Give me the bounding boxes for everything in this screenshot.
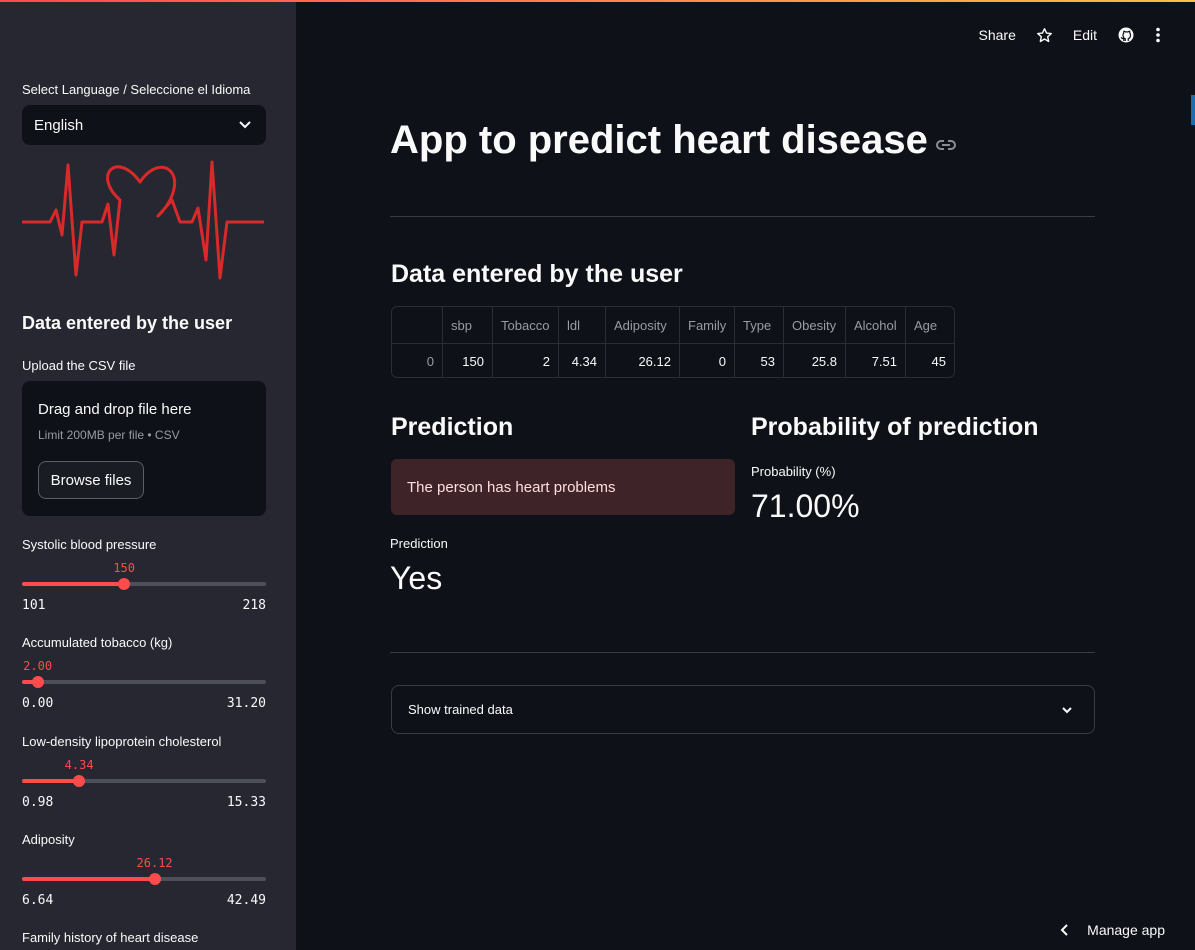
slider-label: Systolic blood pressure (22, 537, 157, 552)
table-cell: 53 (734, 344, 783, 377)
star-icon[interactable] (1036, 27, 1053, 44)
file-dropzone[interactable]: Drag and drop file here Limit 200MB per … (22, 381, 266, 516)
slider-max: 218 (242, 598, 266, 613)
table-header-cell: Obesity (783, 307, 845, 343)
slider-thumb[interactable] (31, 676, 44, 688)
table-cell: 2 (492, 344, 558, 377)
upload-label: Upload the CSV file (22, 358, 136, 373)
slider-value: 2.00 (23, 659, 53, 673)
sidebar: Select Language / Seleccione el Idioma E… (0, 0, 296, 950)
slider-value: 4.34 (64, 758, 94, 772)
kebab-menu-icon[interactable] (1155, 27, 1161, 43)
chevron-left-icon (1060, 924, 1068, 936)
ldl-slider[interactable]: Low-density lipoprotein cholesterol 4.34… (22, 734, 266, 810)
edge-indicator (1191, 95, 1195, 125)
table-cell: 150 (442, 344, 492, 377)
github-icon[interactable] (1117, 26, 1135, 44)
manage-app-label: Manage app (1087, 922, 1165, 938)
slider-value: 26.12 (136, 856, 173, 870)
share-button[interactable]: Share (979, 27, 1016, 43)
divider (390, 216, 1095, 217)
slider-value: 150 (113, 561, 136, 575)
adiposity-slider[interactable]: Adiposity 26.12 6.64 42.49 (22, 832, 266, 908)
slider-thumb[interactable] (73, 775, 86, 787)
table-cell: 26.12 (605, 344, 679, 377)
data-section-title: Data entered by the user (391, 260, 683, 288)
table-header-cell: Type (734, 307, 783, 343)
table-header-cell: Age (905, 307, 954, 343)
slider-min: 6.64 (22, 893, 54, 908)
table-header-cell: Alcohol (845, 307, 905, 343)
slider-max: 15.33 (226, 795, 266, 810)
table-header-row: sbp Tobacco ldl Adiposity Family Type Ob… (392, 307, 954, 343)
table-cell: 45 (905, 344, 954, 377)
slider-max: 31.20 (226, 696, 266, 711)
top-accent-bar (0, 0, 1195, 2)
prediction-alert: The person has heart problems (391, 459, 735, 515)
slider-fill (22, 877, 155, 881)
table-cell: 7.51 (845, 344, 905, 377)
table-index-cell: 0 (426, 354, 434, 369)
chevron-down-icon (1062, 707, 1072, 714)
slider-label: Accumulated tobacco (kg) (22, 635, 173, 650)
probability-title: Probability of prediction (751, 413, 1039, 441)
heartbeat-heart-image (22, 160, 264, 280)
table-cell: 4.34 (558, 344, 605, 377)
slider-label: Low-density lipoprotein cholesterol (22, 734, 222, 749)
slider-label: Adiposity (22, 832, 75, 847)
slider-min: 0.00 (22, 696, 54, 711)
table-cell: 0 (679, 344, 734, 377)
dropzone-limit: Limit 200MB per file • CSV (38, 428, 180, 442)
table-header-cell: sbp (442, 307, 492, 343)
slider-min: 0.98 (22, 795, 54, 810)
prediction-metric-value: Yes (390, 560, 443, 596)
table-header-cell (392, 307, 442, 343)
prediction-title: Prediction (391, 413, 514, 441)
table-cell: 25.8 (783, 344, 845, 377)
browse-files-button[interactable]: Browse files (38, 461, 144, 499)
slider-thumb[interactable] (118, 578, 131, 590)
dropzone-title: Drag and drop file here (38, 401, 192, 418)
sbp-slider[interactable]: Systolic blood pressure 150 101 218 (22, 537, 266, 613)
table-header-cell: Tobacco (492, 307, 558, 343)
edit-button[interactable]: Edit (1073, 27, 1097, 43)
chevron-down-icon (239, 121, 251, 129)
language-select-label: Select Language / Seleccione el Idioma (22, 82, 251, 97)
prediction-metric-label: Prediction (390, 536, 448, 551)
divider (390, 652, 1095, 653)
slider-thumb[interactable] (148, 873, 161, 885)
trained-data-expander[interactable]: Show trained data (391, 685, 1095, 734)
slider-fill (22, 582, 125, 586)
table-row: 0 150 2 4.34 26.12 0 53 25.8 7.51 45 (392, 343, 954, 377)
alert-text: The person has heart problems (407, 478, 616, 496)
tobacco-slider[interactable]: Accumulated tobacco (kg) 2.00 0.00 31.20 (22, 635, 266, 711)
slider-track[interactable] (22, 680, 266, 684)
table-header-cell: ldl (558, 307, 605, 343)
language-select-value: English (34, 116, 84, 134)
probability-metric-label: Probability (%) (751, 464, 836, 479)
slider-min: 101 (22, 598, 46, 613)
probability-metric-value: 71.00% (751, 488, 860, 524)
manage-app-button[interactable]: Manage app (1059, 922, 1165, 938)
link-icon[interactable] (936, 138, 956, 152)
table-header-cell: Adiposity (605, 307, 679, 343)
page-title: App to predict heart disease (390, 118, 928, 162)
user-data-table[interactable]: sbp Tobacco ldl Adiposity Family Type Ob… (391, 306, 955, 378)
app-header-actions: Share Edit (959, 26, 1161, 44)
language-select[interactable]: English (22, 105, 266, 145)
sidebar-section-title: Data entered by the user (22, 313, 233, 333)
table-header-cell: Family (679, 307, 734, 343)
family-history-label: Family history of heart disease (22, 930, 199, 945)
expander-label: Show trained data (408, 702, 513, 717)
slider-max: 42.49 (226, 893, 266, 908)
slider-fill (22, 779, 80, 783)
